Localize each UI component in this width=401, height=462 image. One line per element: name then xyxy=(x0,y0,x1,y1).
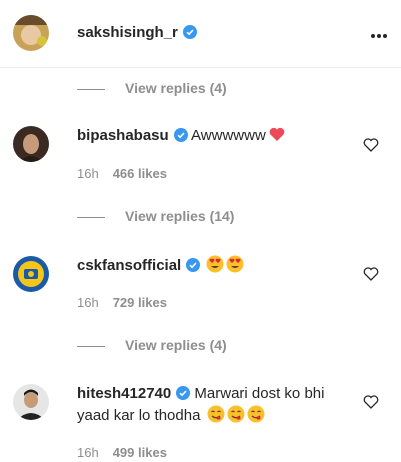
comment-time: 16h xyxy=(77,166,99,181)
comment-time: 16h xyxy=(77,295,99,310)
like-heart-icon[interactable] xyxy=(363,137,379,153)
comment-body: hitesh412740 Marwari dost ko bhi yaad ka… xyxy=(77,383,357,427)
verified-badge-icon xyxy=(176,386,191,400)
heart-eyes-emoji-icon xyxy=(206,255,224,273)
view-replies-label[interactable]: View replies (4) xyxy=(125,337,227,353)
divider-line xyxy=(77,88,105,90)
avatar-image xyxy=(13,384,49,420)
more-options-icon[interactable] xyxy=(369,25,387,43)
post-header: sakshisingh_r xyxy=(0,0,401,68)
avatar-image xyxy=(13,126,49,162)
avatar[interactable] xyxy=(13,384,49,420)
yum-face-emoji-icon xyxy=(207,405,225,423)
comment-username[interactable]: bipashabasu xyxy=(77,127,169,144)
comment-body: cskfansofficial xyxy=(77,255,357,277)
avatar-image xyxy=(13,15,49,51)
comment-likes[interactable]: 466 likes xyxy=(113,166,167,181)
comment-meta: 16h 499 likes xyxy=(77,445,167,460)
avatar[interactable] xyxy=(13,126,49,162)
comment-username[interactable]: cskfansofficial xyxy=(77,257,181,274)
yum-face-emoji-icon xyxy=(227,405,245,423)
comment-likes[interactable]: 729 likes xyxy=(113,295,167,310)
verified-badge-icon xyxy=(173,128,188,142)
view-replies-label[interactable]: View replies (4) xyxy=(125,80,227,96)
yum-face-emoji-icon xyxy=(247,405,265,423)
comment-text: Awwwwww xyxy=(191,127,266,144)
verified-badge-icon xyxy=(182,25,197,39)
post-username-text[interactable]: sakshisingh_r xyxy=(77,24,178,41)
comment-body: bipashabasu Awwwwww xyxy=(77,125,357,147)
post-username[interactable]: sakshisingh_r xyxy=(77,24,197,41)
avatar[interactable] xyxy=(13,256,49,292)
comment-username[interactable]: hitesh412740 xyxy=(77,385,171,402)
comment-likes[interactable]: 499 likes xyxy=(113,445,167,460)
comment-time: 16h xyxy=(77,445,99,460)
avatar[interactable] xyxy=(13,15,49,51)
view-replies-label[interactable]: View replies (14) xyxy=(125,208,234,224)
comment-meta: 16h 729 likes xyxy=(77,295,167,310)
comment-meta: 16h 466 likes xyxy=(77,166,167,181)
red-heart-emoji-icon xyxy=(269,127,285,141)
like-heart-icon[interactable] xyxy=(363,394,379,410)
verified-badge-icon xyxy=(186,258,201,272)
heart-eyes-emoji-icon xyxy=(226,255,244,273)
divider-line xyxy=(77,345,105,347)
view-replies-button[interactable]: View replies (4) xyxy=(77,337,227,353)
like-heart-icon[interactable] xyxy=(363,266,379,282)
view-replies-button[interactable]: View replies (14) xyxy=(77,208,234,224)
view-replies-button[interactable]: View replies (4) xyxy=(77,80,227,96)
divider-line xyxy=(77,216,105,218)
avatar-image xyxy=(13,256,49,292)
